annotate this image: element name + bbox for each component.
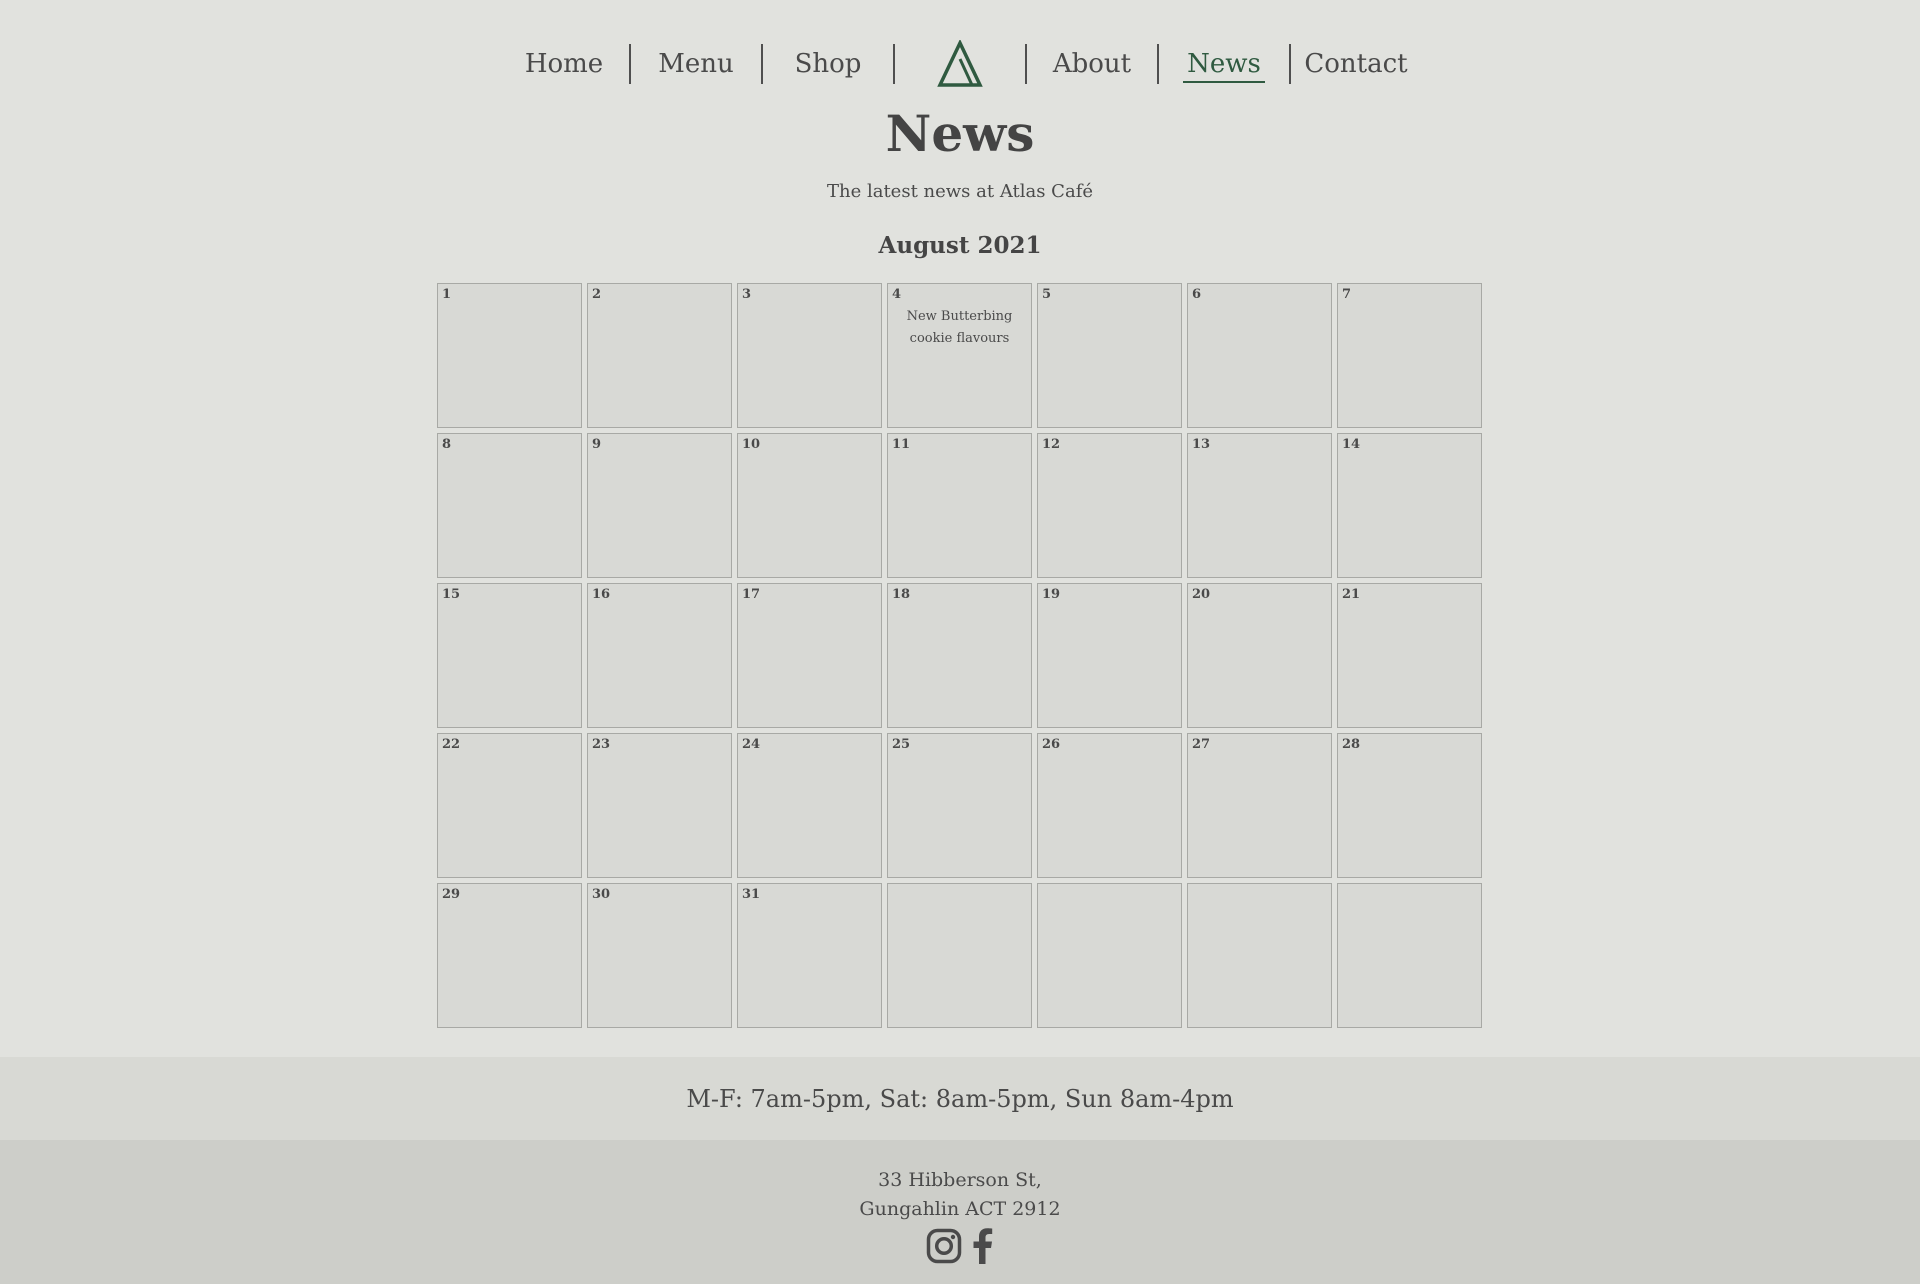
calendar-day-cell: 7 <box>1337 283 1482 428</box>
calendar-day-cell: 31 <box>737 883 882 1028</box>
calendar-day-cell: 23 <box>587 733 732 878</box>
day-number: 16 <box>592 587 611 602</box>
nav-news[interactable]: News <box>1159 40 1289 88</box>
calendar-day-cell: 25 <box>887 733 1032 878</box>
page-title: News <box>885 104 1035 163</box>
calendar-month-label: August 2021 <box>878 232 1042 259</box>
calendar-day-cell: 16 <box>587 583 732 728</box>
calendar-day-cell: 29 <box>437 883 582 1028</box>
calendar-day-cell: 27 <box>1187 733 1332 878</box>
calendar-event-link[interactable]: New Butterbing cookie flavours <box>906 306 1013 350</box>
day-number: 22 <box>442 737 461 752</box>
day-number: 9 <box>592 437 602 452</box>
main-nav: Home Menu Shop About News Contact <box>0 40 1920 88</box>
day-number: 19 <box>1042 587 1061 602</box>
facebook-link[interactable] <box>970 1228 994 1264</box>
calendar-day-cell: 2 <box>587 283 732 428</box>
day-number: 27 <box>1192 737 1211 752</box>
day-number: 1 <box>442 287 452 302</box>
calendar-day-cell: 8 <box>437 433 582 578</box>
day-number: 4 <box>892 287 902 302</box>
calendar-day-cell: 14 <box>1337 433 1482 578</box>
instagram-link[interactable] <box>926 1228 962 1264</box>
day-number: 23 <box>592 737 611 752</box>
nav-shop[interactable]: Shop <box>763 40 893 88</box>
calendar-day-cell: 1 <box>437 283 582 428</box>
nav-home-label: Home <box>524 49 604 79</box>
calendar-day-cell: 9 <box>587 433 732 578</box>
day-number: 25 <box>892 737 911 752</box>
calendar-day-cell: 17 <box>737 583 882 728</box>
day-number: 30 <box>592 887 611 902</box>
calendar-day-cell: 12 <box>1037 433 1182 578</box>
address-line-2: Gungahlin ACT 2912 <box>859 1198 1061 1220</box>
nav-about[interactable]: About <box>1027 40 1157 88</box>
calendar-empty-cell <box>1187 883 1332 1028</box>
day-number: 18 <box>892 587 911 602</box>
home-logo-link[interactable] <box>895 40 1025 88</box>
nav-news-label: News <box>1183 49 1265 83</box>
address-line-1: 33 Hibberson St, <box>878 1169 1042 1191</box>
day-number: 10 <box>742 437 761 452</box>
calendar-day-cell: 28 <box>1337 733 1482 878</box>
calendar-empty-cell <box>1037 883 1182 1028</box>
calendar-day-cell: 13 <box>1187 433 1332 578</box>
nav-home[interactable]: Home <box>499 40 629 88</box>
day-number: 2 <box>592 287 602 302</box>
calendar-day-cell: 15 <box>437 583 582 728</box>
day-number: 6 <box>1192 287 1202 302</box>
calendar-day-cell: 6 <box>1187 283 1332 428</box>
day-number: 8 <box>442 437 452 452</box>
calendar-day-cell: 24 <box>737 733 882 878</box>
day-number: 11 <box>892 437 911 452</box>
instagram-icon <box>926 1228 962 1264</box>
nav-menu-label: Menu <box>658 49 734 79</box>
calendar-empty-cell <box>887 883 1032 1028</box>
day-number: 20 <box>1192 587 1211 602</box>
page-subtitle: The latest news at Atlas Café <box>826 181 1094 202</box>
day-number: 28 <box>1342 737 1361 752</box>
nav-shop-label: Shop <box>794 49 862 79</box>
day-number: 12 <box>1042 437 1061 452</box>
nav-menu[interactable]: Menu <box>631 40 761 88</box>
calendar-day-cell: 4 New Butterbing cookie flavours <box>887 283 1032 428</box>
calendar-day-cell: 18 <box>887 583 1032 728</box>
opening-hours-band: M-F: 7am-5pm, Sat: 8am-5pm, Sun 8am-4pm <box>0 1057 1920 1140</box>
day-number: 26 <box>1042 737 1061 752</box>
day-number: 21 <box>1342 587 1361 602</box>
news-calendar: 1 2 3 4 New Butterbing cookie flavours 5 6 7 8 9 1… <box>437 283 1483 1028</box>
calendar-day-cell: 20 <box>1187 583 1332 728</box>
day-number: 31 <box>742 887 761 902</box>
day-number: 15 <box>442 587 461 602</box>
calendar-day-cell: 3 <box>737 283 882 428</box>
calendar-day-cell: 5 <box>1037 283 1182 428</box>
calendar-day-cell: 26 <box>1037 733 1182 878</box>
day-number: 14 <box>1342 437 1361 452</box>
calendar-empty-cell <box>1337 883 1482 1028</box>
nav-contact[interactable]: Contact <box>1291 40 1421 88</box>
triangle-logo-icon <box>937 40 983 87</box>
social-links <box>0 1226 1920 1266</box>
day-number: 3 <box>742 287 752 302</box>
calendar-day-cell: 19 <box>1037 583 1182 728</box>
calendar-day-cell: 21 <box>1337 583 1482 728</box>
calendar-day-cell: 30 <box>587 883 732 1028</box>
calendar-day-cell: 11 <box>887 433 1032 578</box>
day-number: 17 <box>742 587 761 602</box>
facebook-icon <box>973 1228 993 1264</box>
day-number: 13 <box>1192 437 1211 452</box>
day-number: 29 <box>442 887 461 902</box>
nav-contact-label: Contact <box>1304 49 1408 79</box>
opening-hours: M-F: 7am-5pm, Sat: 8am-5pm, Sun 8am-4pm <box>686 1084 1234 1113</box>
nav-about-label: About <box>1052 49 1132 79</box>
day-number: 7 <box>1342 287 1352 302</box>
calendar-day-cell: 22 <box>437 733 582 878</box>
day-number: 24 <box>742 737 761 752</box>
day-number: 5 <box>1042 287 1052 302</box>
calendar-day-cell: 10 <box>737 433 882 578</box>
